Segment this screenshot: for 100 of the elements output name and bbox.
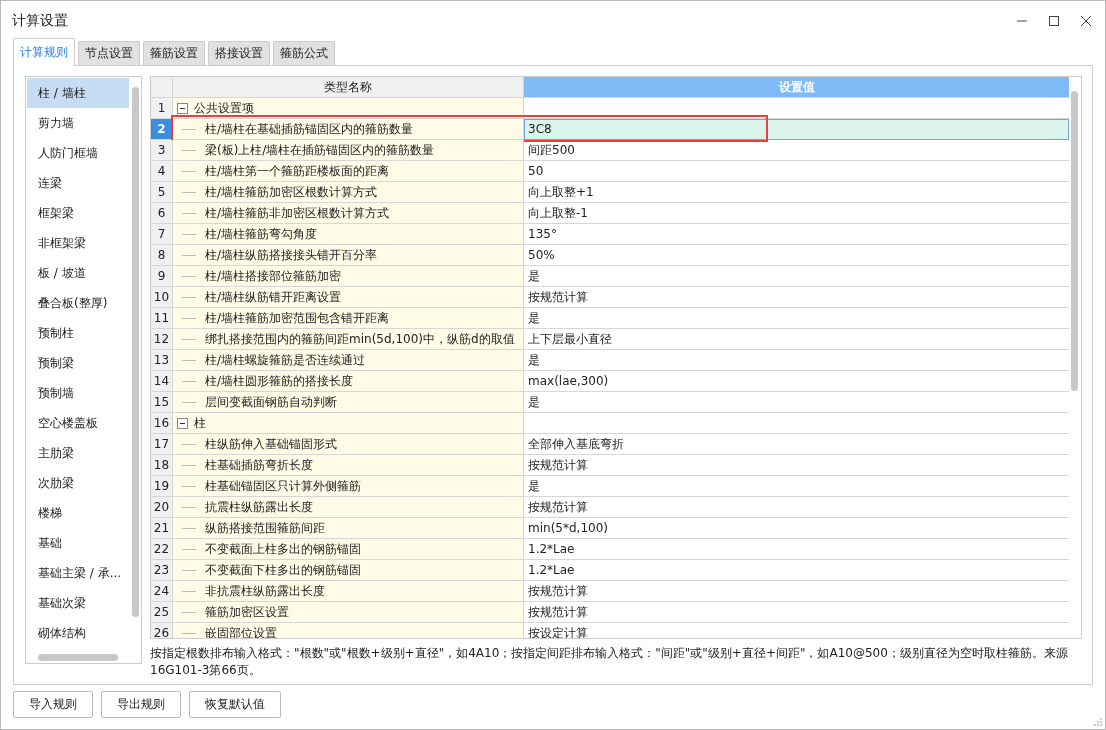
setting-name: 柱纵筋伸入基础锚固形式 (205, 435, 337, 453)
row-number: 2 (151, 119, 173, 140)
sidebar-item[interactable]: 基础 (27, 528, 129, 558)
setting-value[interactable]: 上下层最小直径 (524, 329, 1069, 350)
sidebar-item[interactable]: 非框架梁 (27, 228, 129, 258)
setting-value[interactable]: 按规范计算 (524, 455, 1069, 476)
setting-value[interactable]: 按规范计算 (524, 602, 1069, 623)
setting-name: 柱/墙柱箍筋弯勾角度 (205, 225, 318, 243)
tab[interactable]: 搭接设置 (208, 41, 270, 65)
setting-value[interactable]: 是 (524, 308, 1069, 329)
setting-value[interactable]: 3C8 (524, 119, 1069, 140)
sidebar-item[interactable]: 基础主梁 / 承... (27, 558, 129, 588)
setting-name: 柱/墙柱第一个箍筋距楼板面的距离 (205, 162, 390, 180)
sidebar-item[interactable]: 次肋梁 (27, 468, 129, 498)
sidebar-item[interactable]: 基础次梁 (27, 588, 129, 618)
row-number: 15 (151, 392, 173, 413)
maximize-icon[interactable] (1049, 16, 1059, 26)
sidebar-item[interactable]: 叠合板(整厚) (27, 288, 129, 318)
row-number: 9 (151, 266, 173, 287)
sidebar-item[interactable]: 主肋梁 (27, 438, 129, 468)
setting-name: 不变截面下柱多出的钢筋锚固 (205, 561, 361, 579)
sidebar-item[interactable]: 剪力墙 (27, 108, 129, 138)
tab[interactable]: 箍筋公式 (273, 41, 335, 65)
setting-value[interactable]: 是 (524, 350, 1069, 371)
setting-name: 柱/墙柱搭接部位箍筋加密 (205, 267, 342, 285)
setting-value[interactable]: 1.2*Lae (524, 539, 1069, 560)
sidebar-item[interactable]: 连梁 (27, 168, 129, 198)
collapse-icon[interactable] (177, 102, 188, 114)
row-number: 3 (151, 140, 173, 161)
row-number: 26 (151, 623, 173, 638)
setting-value[interactable]: 向上取整+1 (524, 182, 1069, 203)
setting-name: 柱/墙柱纵筋搭接接头错开百分率 (205, 246, 378, 264)
sidebar-item[interactable]: 砌体结构 (27, 618, 129, 648)
row-number: 16 (151, 413, 173, 434)
rule-button[interactable]: 恢复默认值 (189, 691, 281, 718)
close-icon[interactable] (1081, 16, 1091, 26)
row-number: 11 (151, 308, 173, 329)
tab[interactable]: 箍筋设置 (143, 41, 205, 65)
setting-name: 层间变截面钢筋自动判断 (205, 393, 337, 411)
setting-value[interactable]: 1.2*Lae (524, 560, 1069, 581)
scrollbar-thumb[interactable] (132, 87, 139, 617)
sidebar-item[interactable]: 预制墙 (27, 378, 129, 408)
row-number: 22 (151, 539, 173, 560)
setting-name: 柱基础锚固区只计算外侧箍筋 (205, 477, 361, 495)
setting-name: 柱/墙柱在基础插筋锚固区内的箍筋数量 (205, 120, 414, 138)
collapse-icon[interactable] (177, 417, 188, 429)
sidebar-item[interactable]: 预制梁 (27, 348, 129, 378)
scrollbar-thumb[interactable] (1071, 91, 1078, 391)
scrollbar-thumb[interactable] (38, 654, 118, 661)
setting-name: 不变截面上柱多出的钢筋锚固 (205, 540, 361, 558)
setting-name: 纵筋搭接范围箍筋间距 (205, 519, 325, 537)
group-label: 公共设置项 (194, 99, 254, 117)
setting-value[interactable]: min(5*d,100) (524, 518, 1069, 539)
setting-value[interactable]: 是 (524, 476, 1069, 497)
setting-name: 柱/墙柱螺旋箍筋是否连续通过 (205, 351, 366, 369)
setting-value[interactable]: 向上取整-1 (524, 203, 1069, 224)
group-label: 柱 (194, 414, 206, 432)
row-number: 20 (151, 497, 173, 518)
row-number: 19 (151, 476, 173, 497)
row-number: 17 (151, 434, 173, 455)
setting-value[interactable]: 间距500 (524, 140, 1069, 161)
setting-value[interactable]: 135° (524, 224, 1069, 245)
setting-name: 绑扎搭接范围内的箍筋间距min(5d,100)中，纵筋d的取值 (205, 330, 515, 348)
row-number: 5 (151, 182, 173, 203)
row-number: 7 (151, 224, 173, 245)
setting-name: 柱/墙柱圆形箍筋的搭接长度 (205, 372, 354, 390)
sidebar-item[interactable]: 柱 / 墙柱 (27, 78, 129, 108)
setting-value[interactable]: 全部伸入基底弯折 (524, 434, 1069, 455)
sidebar-item[interactable]: 预制柱 (27, 318, 129, 348)
setting-value[interactable]: 按设定计算 (524, 623, 1069, 638)
sidebar-item[interactable]: 人防门框墙 (27, 138, 129, 168)
tab[interactable]: 计算规则 (13, 38, 75, 66)
setting-name: 柱/墙柱箍筋加密区根数计算方式 (205, 183, 378, 201)
setting-value[interactable]: 按规范计算 (524, 497, 1069, 518)
setting-value[interactable]: 50% (524, 245, 1069, 266)
sidebar-item[interactable]: 空心楼盖板 (27, 408, 129, 438)
setting-name: 柱/墙柱箍筋加密范围包含错开距离 (205, 309, 390, 327)
setting-name: 梁(板)上柱/墙柱在插筋锚固区内的箍筋数量 (205, 141, 435, 159)
row-number: 10 (151, 287, 173, 308)
setting-value[interactable]: 50 (524, 161, 1069, 182)
setting-value[interactable]: 按规范计算 (524, 287, 1069, 308)
setting-name: 箍筋加密区设置 (205, 603, 289, 621)
setting-value[interactable]: 按规范计算 (524, 581, 1069, 602)
sidebar-item[interactable]: 框架梁 (27, 198, 129, 228)
setting-name: 抗震柱纵筋露出长度 (205, 498, 313, 516)
rule-button[interactable]: 导入规则 (13, 691, 93, 718)
sidebar-item[interactable]: 板 / 坡道 (27, 258, 129, 288)
rule-button[interactable]: 导出规则 (101, 691, 181, 718)
setting-value[interactable]: 是 (524, 266, 1069, 287)
tab[interactable]: 节点设置 (78, 41, 140, 65)
row-number: 6 (151, 203, 173, 224)
setting-value[interactable]: max(lae,300) (524, 371, 1069, 392)
setting-name: 嵌固部位设置 (205, 624, 277, 638)
column-header[interactable]: 类型名称 (173, 77, 524, 98)
setting-name: 柱/墙柱箍筋非加密区根数计算方式 (205, 204, 390, 222)
resize-grip-icon[interactable] (1094, 718, 1102, 726)
sidebar-item[interactable]: 楼梯 (27, 498, 129, 528)
row-number: 4 (151, 161, 173, 182)
setting-value[interactable]: 是 (524, 392, 1069, 413)
setting-name: 柱基础插筋弯折长度 (205, 456, 313, 474)
